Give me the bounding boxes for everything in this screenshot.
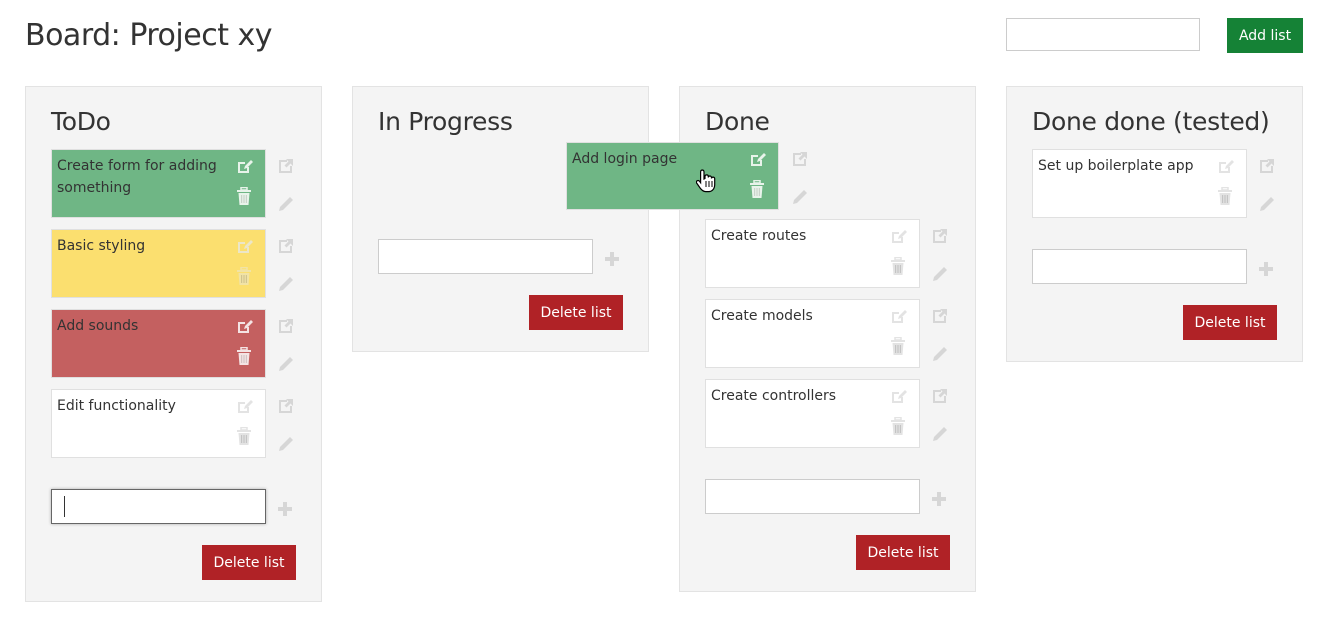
edit-square-icon[interactable] — [748, 151, 766, 169]
external-link-icon[interactable] — [277, 397, 295, 415]
pencil-icon[interactable] — [1258, 195, 1276, 213]
edit-square-icon[interactable] — [235, 398, 253, 416]
plus-icon[interactable] — [604, 251, 620, 267]
edit-square-icon[interactable] — [889, 228, 907, 246]
new-card-input[interactable] — [705, 479, 920, 514]
card[interactable]: Set up boilerplate app — [1032, 149, 1247, 218]
board-title: Board: Project xy — [25, 18, 273, 53]
pencil-icon[interactable] — [931, 425, 949, 443]
external-link-icon[interactable] — [931, 387, 949, 405]
edit-square-icon[interactable] — [235, 238, 253, 256]
card[interactable]: Create routes — [705, 219, 920, 288]
card-text: Create controllers — [711, 388, 837, 404]
pencil-icon[interactable] — [931, 265, 949, 283]
edit-square-icon[interactable] — [235, 158, 253, 176]
trash-icon[interactable] — [890, 337, 906, 355]
card[interactable]: Create controllers — [705, 379, 920, 448]
delete-list-button[interactable]: Delete list — [202, 545, 296, 580]
trash-icon[interactable] — [236, 187, 252, 205]
card[interactable]: Add sounds — [51, 309, 266, 378]
card-text: Add sounds — [57, 318, 139, 334]
list-title: ToDo — [51, 107, 111, 136]
card-text: Edit functionality — [57, 398, 176, 414]
edit-square-icon[interactable] — [889, 308, 907, 326]
pencil-icon[interactable] — [277, 355, 295, 373]
list-done-done-tested: Done done (tested) Set up boilerplate ap… — [1006, 86, 1303, 362]
external-link-icon[interactable] — [791, 150, 809, 168]
trash-icon[interactable] — [890, 257, 906, 275]
trash-icon[interactable] — [1217, 187, 1233, 205]
pencil-icon[interactable] — [277, 275, 295, 293]
new-card-input[interactable] — [1032, 249, 1247, 284]
edit-square-icon[interactable] — [235, 318, 253, 336]
pencil-icon[interactable] — [277, 435, 295, 453]
external-link-icon[interactable] — [1258, 157, 1276, 175]
new-list-input[interactable] — [1006, 18, 1200, 51]
delete-list-button[interactable]: Delete list — [1183, 305, 1277, 340]
text-caret — [64, 496, 65, 517]
new-card-input[interactable] — [378, 239, 593, 274]
pencil-icon[interactable] — [277, 195, 295, 213]
list-title: Done — [705, 107, 770, 136]
list-title: In Progress — [378, 107, 513, 136]
new-card-input[interactable] — [51, 489, 266, 524]
edit-square-icon[interactable] — [1216, 158, 1234, 176]
plus-icon[interactable] — [931, 491, 947, 507]
external-link-icon[interactable] — [277, 157, 295, 175]
card-text: Basic styling — [57, 238, 146, 254]
hand-grab-cursor-icon — [696, 169, 716, 193]
card-text: Create models — [711, 308, 813, 324]
card-text: Create form for adding something — [57, 158, 217, 196]
trash-icon[interactable] — [236, 267, 252, 285]
delete-list-button[interactable]: Delete list — [856, 535, 950, 570]
card-text: Create routes — [711, 228, 807, 244]
pencil-icon[interactable] — [931, 345, 949, 363]
trash-icon[interactable] — [236, 427, 252, 445]
trash-icon[interactable] — [749, 180, 765, 198]
card[interactable]: Create form for adding something — [51, 149, 266, 218]
card[interactable]: Edit functionality — [51, 389, 266, 458]
card[interactable]: Basic styling — [51, 229, 266, 298]
card-text: Add login page — [572, 151, 678, 167]
delete-list-button[interactable]: Delete list — [529, 295, 623, 330]
trash-icon[interactable] — [236, 347, 252, 365]
card-text: Set up boilerplate app — [1038, 158, 1194, 174]
external-link-icon[interactable] — [931, 227, 949, 245]
card[interactable]: Create models — [705, 299, 920, 368]
external-link-icon[interactable] — [277, 317, 295, 335]
list-todo: ToDo Create form for adding something Ba… — [25, 86, 322, 602]
add-list-button[interactable]: Add list — [1227, 18, 1303, 53]
plus-icon[interactable] — [277, 501, 293, 517]
dragging-card[interactable]: Add login page — [566, 142, 779, 210]
list-title: Done done (tested) — [1032, 107, 1270, 136]
list-in-progress: In Progress Delete list — [352, 86, 649, 352]
trash-icon[interactable] — [890, 417, 906, 435]
pencil-icon[interactable] — [791, 188, 809, 206]
edit-square-icon[interactable] — [889, 388, 907, 406]
external-link-icon[interactable] — [277, 237, 295, 255]
plus-icon[interactable] — [1258, 261, 1274, 277]
external-link-icon[interactable] — [931, 307, 949, 325]
